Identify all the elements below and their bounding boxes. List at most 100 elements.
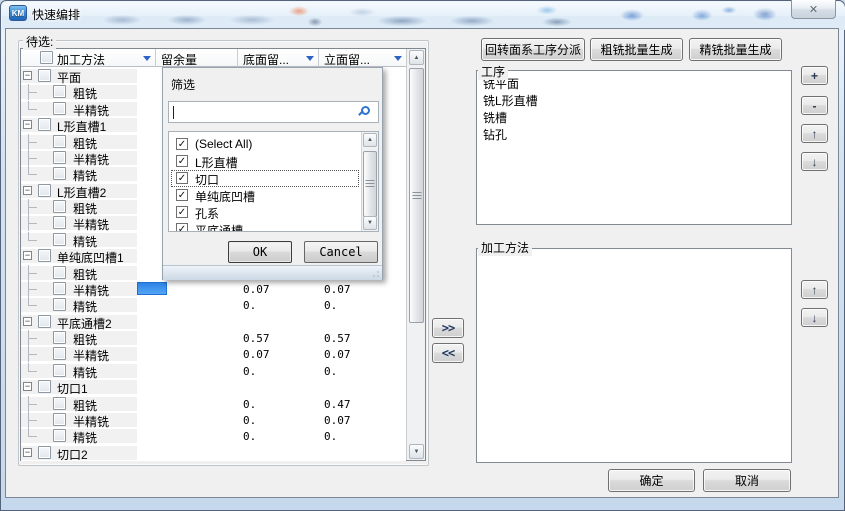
header-cell-bottom-allowance[interactable]: 底面留...: [243, 51, 289, 68]
scroll-thumb[interactable]: [363, 151, 377, 217]
filter-list-item[interactable]: ✓切口: [171, 170, 359, 187]
tree-connector-line: [28, 166, 29, 174]
assign-rotary-face-button[interactable]: 回转面系工序分派: [481, 38, 585, 61]
process-list-item[interactable]: 铣L形直槽: [483, 92, 538, 109]
collapse-icon[interactable]: −: [23, 186, 32, 195]
checkbox[interactable]: ✓: [176, 223, 188, 232]
process-list[interactable]: 铣平面铣L形直槽铣槽钻孔: [476, 70, 792, 225]
checkbox[interactable]: [53, 233, 66, 246]
checkbox[interactable]: [38, 69, 51, 82]
confirm-button[interactable]: 确定: [608, 469, 695, 492]
search-input[interactable]: [170, 103, 360, 121]
method-move-up-button[interactable]: ↑: [801, 280, 828, 299]
tree-row-item[interactable]: 粗铣0.570.57: [21, 330, 406, 346]
collapse-icon[interactable]: −: [23, 382, 32, 391]
checkbox[interactable]: [38, 118, 51, 131]
checkbox[interactable]: ✓: [176, 172, 188, 184]
column-separator[interactable]: [237, 49, 238, 67]
grid-header[interactable]: 加工方法 留余量 底面留... 立面留...: [21, 49, 425, 67]
checkbox[interactable]: [53, 135, 66, 148]
tree-row-group[interactable]: −切口1: [21, 379, 406, 395]
header-cell-machining-method[interactable]: 加工方法: [57, 51, 105, 68]
checkbox[interactable]: [38, 446, 51, 459]
move-left-button[interactable]: <<: [432, 343, 464, 363]
column-separator[interactable]: [155, 49, 156, 67]
checkbox[interactable]: ✓: [176, 155, 188, 167]
header-select-all-checkbox[interactable]: [40, 51, 53, 64]
scroll-down-button[interactable]: ▼: [409, 444, 424, 459]
filter-dropdown-icon[interactable]: [394, 56, 402, 61]
checkbox[interactable]: [38, 184, 51, 197]
checkbox[interactable]: ✓: [176, 206, 188, 218]
tree-row-item[interactable]: 半精铣0.0.07: [21, 412, 406, 428]
scroll-up-button[interactable]: ▲: [363, 133, 377, 147]
rough-batch-generate-button[interactable]: 粗铣批量生成: [590, 38, 683, 61]
checkbox[interactable]: [53, 266, 66, 279]
ok-button[interactable]: OK: [228, 241, 292, 263]
tree-row-item[interactable]: 精铣0.0.: [21, 297, 406, 313]
checkbox[interactable]: [38, 315, 51, 328]
cancel-button[interactable]: Cancel: [304, 241, 378, 263]
collapse-icon[interactable]: −: [23, 448, 32, 457]
checkbox[interactable]: [38, 380, 51, 393]
filter-list-item[interactable]: ✓单纯底凹槽: [171, 187, 359, 204]
checkbox[interactable]: [53, 200, 66, 213]
checkbox[interactable]: [53, 413, 66, 426]
checkbox[interactable]: [53, 331, 66, 344]
scroll-up-button[interactable]: ▲: [409, 50, 424, 65]
filter-dropdown-icon[interactable]: [143, 56, 151, 61]
tree-row-item[interactable]: 半精铣0.070.07: [21, 281, 406, 297]
filter-list-item[interactable]: ✓平底通槽: [171, 221, 359, 232]
checkbox[interactable]: [53, 397, 66, 410]
checkbox[interactable]: [53, 282, 66, 295]
method-move-down-button[interactable]: ↓: [801, 308, 828, 327]
tree-row-item[interactable]: 精铣0.0.: [21, 428, 406, 444]
collapse-icon[interactable]: −: [23, 120, 32, 129]
filter-list-item[interactable]: ✓(Select All): [171, 136, 359, 153]
filter-list-scrollbar[interactable]: ▲ ▼: [361, 132, 378, 231]
checkbox[interactable]: ✓: [176, 189, 188, 201]
tree-row-group[interactable]: −平底通槽2: [21, 314, 406, 330]
checkbox[interactable]: [53, 429, 66, 442]
checkbox[interactable]: ✓: [176, 138, 188, 150]
checkbox[interactable]: [53, 364, 66, 377]
filter-dropdown-icon[interactable]: [306, 56, 314, 61]
filter-list-item[interactable]: ✓孔系: [171, 204, 359, 221]
checkbox[interactable]: [53, 85, 66, 98]
collapse-icon[interactable]: −: [23, 251, 32, 260]
add-button[interactable]: +: [801, 66, 828, 85]
resize-grip[interactable]: [372, 270, 380, 278]
checkbox[interactable]: [53, 216, 66, 229]
header-cell-side-allowance[interactable]: 立面留...: [324, 51, 370, 68]
finish-batch-generate-button[interactable]: 精铣批量生成: [689, 38, 782, 61]
tree-row-item[interactable]: 半精铣0.070.07: [21, 346, 406, 362]
method-list[interactable]: [476, 248, 792, 463]
tree-row-item[interactable]: 精铣0.0.: [21, 363, 406, 379]
checkbox[interactable]: [53, 347, 66, 360]
tree-row-item[interactable]: 粗铣0.0.47: [21, 396, 406, 412]
scroll-thumb[interactable]: [409, 68, 424, 323]
remove-button[interactable]: -: [801, 96, 828, 115]
collapse-icon[interactable]: −: [23, 71, 32, 80]
checkbox[interactable]: [38, 249, 51, 262]
filter-list-item[interactable]: ✓L形直槽: [171, 153, 359, 170]
process-list-item[interactable]: 铣槽: [483, 109, 507, 126]
close-button[interactable]: ✕: [791, 0, 836, 19]
header-cell-allowance[interactable]: 留余量: [161, 51, 197, 68]
collapse-icon[interactable]: −: [23, 317, 32, 326]
checkbox[interactable]: [53, 298, 66, 311]
checkbox[interactable]: [53, 151, 66, 164]
move-right-button[interactable]: >>: [432, 318, 464, 338]
checkbox[interactable]: [53, 102, 66, 115]
process-move-up-button[interactable]: ↑: [801, 124, 828, 143]
vertical-scrollbar[interactable]: ▲ ▼: [406, 49, 425, 460]
tree-row-group[interactable]: −切口2: [21, 445, 406, 461]
titlebar[interactable]: [2, 2, 845, 30]
process-list-item[interactable]: 钻孔: [483, 126, 507, 143]
cancel-dialog-button[interactable]: 取消: [703, 469, 791, 492]
checkbox[interactable]: [53, 167, 66, 180]
search-icon[interactable]: [361, 106, 370, 115]
scroll-down-button[interactable]: ▼: [363, 216, 377, 230]
column-separator[interactable]: [318, 49, 319, 67]
process-move-down-button[interactable]: ↓: [801, 152, 828, 171]
